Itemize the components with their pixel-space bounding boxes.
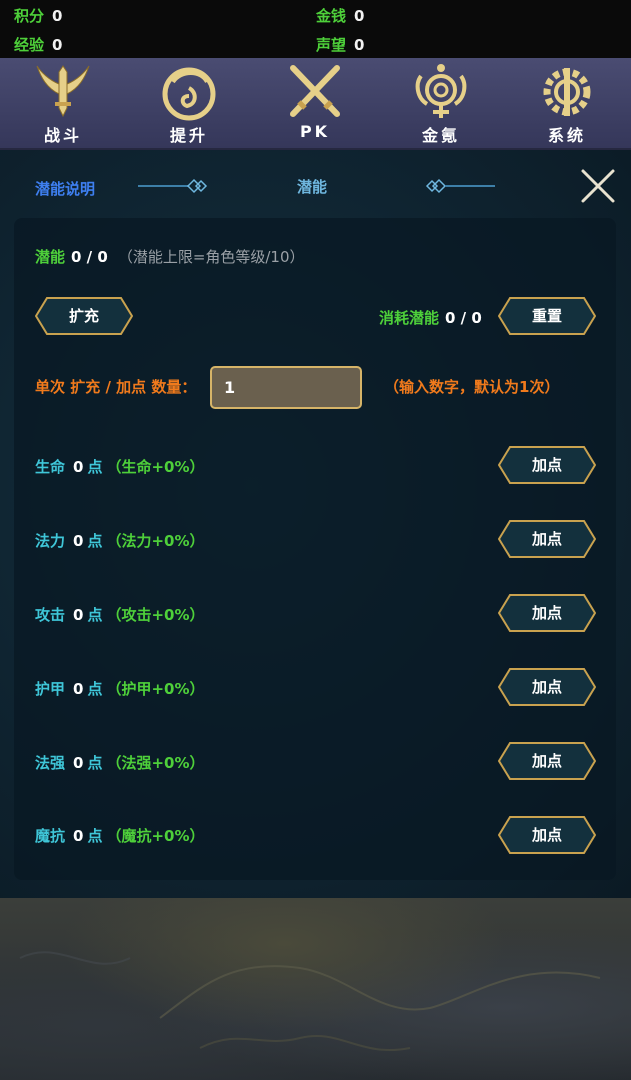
attr-name: 生命 xyxy=(35,458,66,476)
swirl-icon xyxy=(162,67,216,121)
tab-potential-description[interactable]: 潜能说明 xyxy=(35,178,95,199)
add-point-button-armor[interactable]: 加点 xyxy=(498,668,596,706)
attr-row-armor: 护甲 0 点（护甲+0%） xyxy=(35,678,205,699)
attr-points: 0 xyxy=(73,458,84,476)
add-point-button-magic-resist[interactable]: 加点 xyxy=(498,816,596,854)
nav-pk[interactable]: PK xyxy=(260,58,370,150)
attr-points: 0 xyxy=(73,680,84,698)
add-point-label: 加点 xyxy=(531,678,562,696)
potential-panel: 潜能说明 潜能 潜能 0 / 0 （潜能上限=角色等级/10） 扩充 消耗潜能 0 /… xyxy=(0,150,631,898)
attr-unit: 点 xyxy=(87,754,103,772)
attr-row-spell-power: 法强 0 点（法强+0%） xyxy=(35,752,205,773)
map-terrain-image xyxy=(19,951,601,1052)
quantity-label: 单次 扩充 / 加点 数量： xyxy=(35,378,197,396)
attr-points: 0 xyxy=(73,532,84,550)
add-point-label: 加点 xyxy=(531,456,562,474)
add-point-button-mana[interactable]: 加点 xyxy=(498,520,596,558)
ornament-icon xyxy=(415,64,467,118)
attr-points: 0 xyxy=(73,754,84,772)
attr-points: 0 xyxy=(73,606,84,624)
potential-value: 0 / 0 xyxy=(71,248,108,266)
expand-button-label: 扩充 xyxy=(68,307,99,325)
attr-bonus: （攻击+0%） xyxy=(106,606,205,624)
exp-label: 经验 xyxy=(14,36,45,54)
consume-value: 0 / 0 xyxy=(445,309,482,327)
attr-row-hp: 生命 0 点（生命+0%） xyxy=(35,456,205,477)
attr-unit: 点 xyxy=(87,827,103,845)
crossed-swords-icon xyxy=(290,65,340,117)
add-point-label: 加点 xyxy=(531,530,562,548)
nav-system[interactable]: 系统 xyxy=(512,58,622,150)
attr-row-magic-resist: 魔抗 0 点（魔抗+0%） xyxy=(35,825,205,846)
quantity-hint: （输入数字，默认为1次） xyxy=(384,378,560,396)
attr-unit: 点 xyxy=(87,680,103,698)
points-label: 积分 xyxy=(14,7,45,25)
world-map-background xyxy=(0,898,631,1080)
attr-row-attack: 攻击 0 点（攻击+0%） xyxy=(35,604,205,625)
attr-bonus: （生命+0%） xyxy=(106,458,205,476)
fame-value: 0 xyxy=(354,36,365,54)
divider-left-ornament xyxy=(138,178,208,194)
add-point-label: 加点 xyxy=(531,604,562,622)
close-icon[interactable] xyxy=(578,166,618,206)
nav-upgrade[interactable]: 提升 xyxy=(134,58,244,150)
attr-name: 攻击 xyxy=(35,606,66,624)
attr-unit: 点 xyxy=(87,458,103,476)
stats-bar: 积分 0 金钱 0 经验 0 声望 0 xyxy=(0,0,631,58)
reset-button-label: 重置 xyxy=(531,307,562,325)
points-stat: 积分 0 xyxy=(14,5,62,26)
fame-stat: 声望 0 xyxy=(316,34,364,55)
attr-row-mana: 法力 0 点（法力+0%） xyxy=(35,530,205,551)
points-value: 0 xyxy=(52,7,63,25)
attr-name: 法力 xyxy=(35,532,66,550)
exp-value: 0 xyxy=(52,36,63,54)
add-point-button-hp[interactable]: 加点 xyxy=(498,446,596,484)
attr-bonus: （护甲+0%） xyxy=(106,680,205,698)
exp-stat: 经验 0 xyxy=(14,34,62,55)
attr-points: 0 xyxy=(73,827,84,845)
money-label: 金钱 xyxy=(316,7,347,25)
money-stat: 金钱 0 xyxy=(316,5,364,26)
add-point-label: 加点 xyxy=(531,752,562,770)
attr-name: 魔抗 xyxy=(35,827,66,845)
nav-krypton-label: 金氪 xyxy=(421,126,460,145)
potential-row: 潜能 0 / 0 （潜能上限=角色等级/10） xyxy=(35,246,305,267)
sword-icon xyxy=(36,65,90,118)
potential-note: （潜能上限=角色等级/10） xyxy=(117,248,305,266)
consume-row: 消耗潜能 0 / 0 xyxy=(379,307,482,328)
main-nav: 战斗 提升 PK 金氪 系统 xyxy=(0,58,631,150)
attr-unit: 点 xyxy=(87,532,103,550)
attr-unit: 点 xyxy=(87,606,103,624)
add-point-label: 加点 xyxy=(531,826,562,844)
nav-battle-label: 战斗 xyxy=(43,126,82,145)
potential-label: 潜能 xyxy=(35,248,66,266)
money-value: 0 xyxy=(354,7,365,25)
fame-label: 声望 xyxy=(316,36,347,54)
nav-krypton[interactable]: 金氪 xyxy=(386,58,496,150)
panel-title: 潜能 xyxy=(297,178,328,196)
nav-upgrade-label: 提升 xyxy=(169,126,208,145)
nav-system-label: 系统 xyxy=(547,126,586,145)
attr-name: 法强 xyxy=(35,754,66,772)
nav-battle[interactable]: 战斗 xyxy=(8,58,118,150)
attr-bonus: （法强+0%） xyxy=(106,754,205,772)
nav-pk-label: PK xyxy=(299,122,331,141)
add-point-button-attack[interactable]: 加点 xyxy=(498,594,596,632)
reset-button[interactable]: 重置 xyxy=(498,297,596,335)
consume-label: 消耗潜能 xyxy=(379,309,440,327)
gear-icon xyxy=(543,68,591,116)
attr-bonus: （法力+0%） xyxy=(106,532,205,550)
attr-name: 护甲 xyxy=(35,680,66,698)
add-point-button-spell-power[interactable]: 加点 xyxy=(498,742,596,780)
divider-right-ornament xyxy=(425,178,495,194)
attr-bonus: （魔抗+0%） xyxy=(106,827,205,845)
quantity-input[interactable] xyxy=(210,366,362,409)
expand-button[interactable]: 扩充 xyxy=(35,297,133,335)
